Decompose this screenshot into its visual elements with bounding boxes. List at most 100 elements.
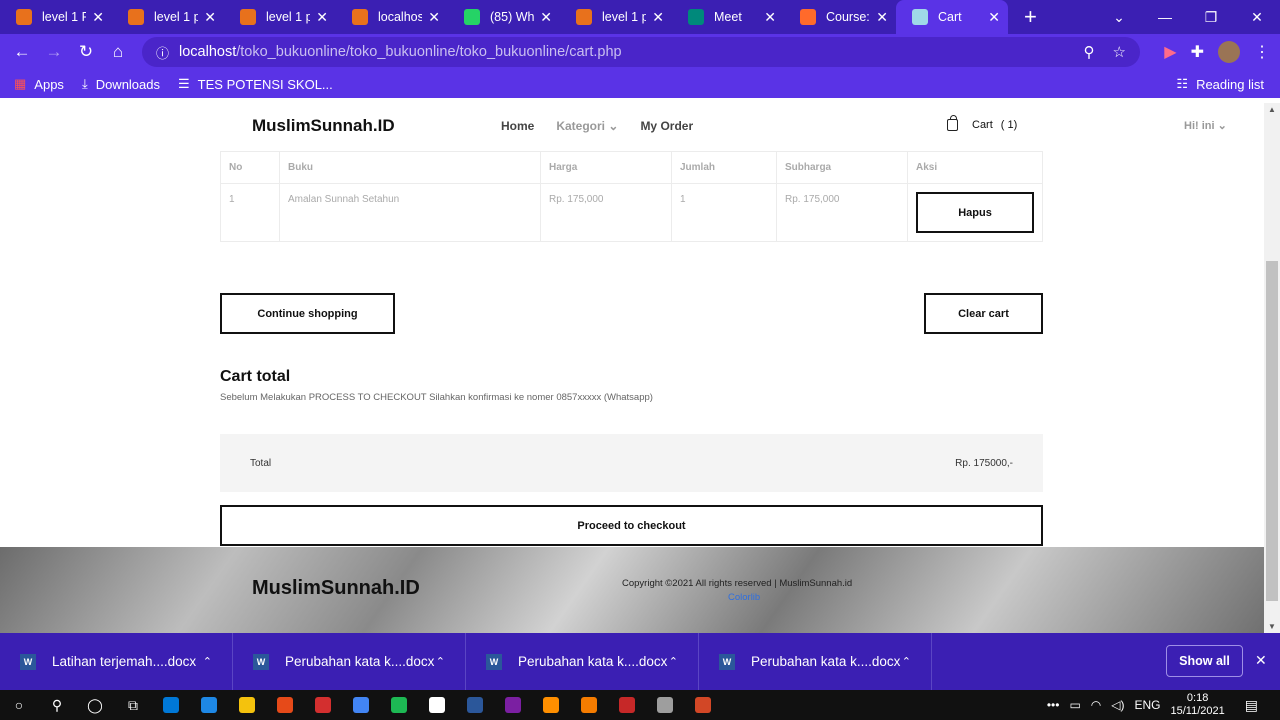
taskbar-app-icon[interactable] [163,697,179,713]
taskbar-app-icon[interactable] [695,697,711,713]
clock-date: 15/11/2021 [1170,705,1225,717]
taskbar-app-icon[interactable] [581,697,597,713]
bookmark-tes-potensi[interactable]: ☰ TES POTENSI SKOL... [178,76,333,92]
tab-close-icon[interactable]: ✕ [764,9,776,26]
browser-tab[interactable]: level 1 pr ✕ [112,0,224,34]
site-info-icon[interactable]: ⓘ [156,43,169,62]
reading-list-button[interactable]: ☷ Reading list [1176,76,1264,92]
hapus-button[interactable]: Hapus [916,192,1034,233]
url-bar[interactable]: ⓘ localhost/toko_bukuonline/toko_bukuonl… [142,37,1140,67]
show-all-button[interactable]: Show all [1166,645,1243,677]
tab-close-icon[interactable]: ✕ [428,9,440,26]
browser-tab[interactable]: localhost ✕ [336,0,448,34]
volume-icon[interactable]: ◁) [1111,698,1124,712]
taskbar-app-icon[interactable] [619,697,635,713]
col-aksi: Aksi [907,151,1043,184]
user-menu[interactable]: Hi! ini ⌄ [1184,119,1227,132]
close-window-button[interactable]: ✕ [1234,9,1280,26]
chevron-up-icon[interactable]: ⌃ [902,655,911,668]
table-row: 1 Amalan Sunnah Setahun Rp. 175,000 1 Rp… [220,183,1043,242]
download-item[interactable]: W Perubahan kata k....docx ⌃ [699,633,932,690]
browser-tab[interactable]: Cart ✕ [896,0,1008,34]
cart-link[interactable]: Cart ( 1) [947,115,1017,131]
menu-kategori[interactable]: Kategori ⌄ [556,119,618,133]
site-logo[interactable]: MuslimSunnah.ID [252,116,395,136]
taskbar-app-icon[interactable] [239,697,255,713]
wifi-icon[interactable]: ◠ [1091,698,1101,712]
taskbar-app-icon[interactable] [277,697,293,713]
download-item[interactable]: W Perubahan kata k....docx ⌃ [466,633,699,690]
tab-list: level 1 RI✕level 1 pr✕level 1 pr✕localho… [0,0,1008,34]
scroll-down-icon[interactable]: ▼ [1268,622,1276,631]
user-menu-label: Hi! ini [1184,120,1215,132]
restore-button[interactable]: ❐ [1188,9,1234,26]
tab-close-icon[interactable]: ✕ [92,9,104,26]
taskbar-app-icon[interactable] [429,697,445,713]
chevron-up-icon[interactable]: ⌃ [203,655,212,668]
tab-title: (85) Wha [490,10,535,24]
taskbar-app-icon[interactable] [543,697,559,713]
scroll-up-icon[interactable]: ▲ [1268,105,1276,114]
minimize-button[interactable]: — [1142,9,1188,25]
tab-title: level 1 pr [266,10,311,24]
cortana-icon[interactable]: ◯ [76,697,114,714]
home-icon[interactable]: ⌂ [102,42,134,62]
tab-close-icon[interactable]: ✕ [988,9,1000,26]
taskbar-app-icon[interactable] [657,697,673,713]
tab-title: level 1 pr [602,10,647,24]
reading-list-label: Reading list [1196,76,1264,92]
browser-tab[interactable]: Meet ✕ [672,0,784,34]
reload-icon[interactable]: ↻ [70,42,102,62]
tab-close-icon[interactable]: ✕ [540,9,552,26]
scroll-thumb[interactable] [1266,261,1278,601]
tab-close-icon[interactable]: ✕ [652,9,664,26]
colorlib-link[interactable]: Colorlib [728,592,760,603]
chevron-up-icon[interactable]: ⌃ [436,655,445,668]
clock[interactable]: 0:18 15/11/2021 [1171,692,1225,718]
taskbar-app-icon[interactable] [505,697,521,713]
tab-close-icon[interactable]: ✕ [204,9,216,26]
notifications-icon[interactable]: ▤ [1245,697,1258,714]
taskbar-app-icon[interactable] [315,697,331,713]
taskbar-app-icon[interactable] [391,697,407,713]
new-tab-button[interactable]: + [1024,4,1037,30]
kebab-menu-icon[interactable]: ⋮ [1254,42,1270,62]
tab-close-icon[interactable]: ✕ [876,9,888,26]
start-icon[interactable]: ○ [0,697,38,713]
task-view-icon[interactable]: ⧉ [114,697,152,714]
taskbar-app-icon[interactable] [353,697,369,713]
profile-avatar[interactable] [1218,41,1240,63]
browser-tab[interactable]: level 1 pr ✕ [224,0,336,34]
extension-icon[interactable]: ▶ [1164,42,1176,62]
bookmark-downloads[interactable]: ⤓ Downloads [82,76,160,92]
bookmark-star-icon[interactable]: ☆ [1113,43,1126,61]
menu-home[interactable]: Home [501,119,534,133]
url-path: /toko_bukuonline/toko_bukuonline/toko_bu… [236,44,622,60]
download-item[interactable]: W Perubahan kata k....docx ⌃ [233,633,466,690]
tab-search-icon[interactable]: ⌄ [1096,9,1142,26]
tab-close-icon[interactable]: ✕ [316,9,328,26]
browser-tab[interactable]: (85) Wha ✕ [448,0,560,34]
battery-icon[interactable]: ▭ [1069,698,1080,712]
taskbar-app-icon[interactable] [201,697,217,713]
bookmark-apps[interactable]: ▦ Apps [14,76,64,92]
chevron-up-icon[interactable]: ⌃ [669,655,678,668]
proceed-checkout-button[interactable]: Proceed to checkout [220,505,1043,546]
menu-my-order[interactable]: My Order [640,119,693,133]
browser-tab[interactable]: Course: J ✕ [784,0,896,34]
taskbar-app-icon[interactable] [467,697,483,713]
back-icon[interactable]: ← [6,42,38,62]
overflow-icon[interactable]: ••• [1047,698,1060,712]
zoom-icon[interactable]: ⚲ [1084,43,1095,61]
close-icon[interactable]: ✕ [1255,652,1267,669]
browser-tab[interactable]: level 1 RI ✕ [0,0,112,34]
language-indicator[interactable]: ENG [1135,698,1161,712]
download-item[interactable]: W Latihan terjemah....docx ⌃ [0,633,233,690]
browser-tab[interactable]: level 1 pr ✕ [560,0,672,34]
clear-cart-button[interactable]: Clear cart [924,293,1043,334]
forward-icon[interactable]: → [38,42,70,62]
search-icon[interactable]: ⚲ [38,697,76,714]
page-scrollbar[interactable]: ▲ ▼ [1264,103,1280,633]
continue-shopping-button[interactable]: Continue shopping [220,293,395,334]
puzzle-icon[interactable]: ✚ [1191,42,1204,62]
